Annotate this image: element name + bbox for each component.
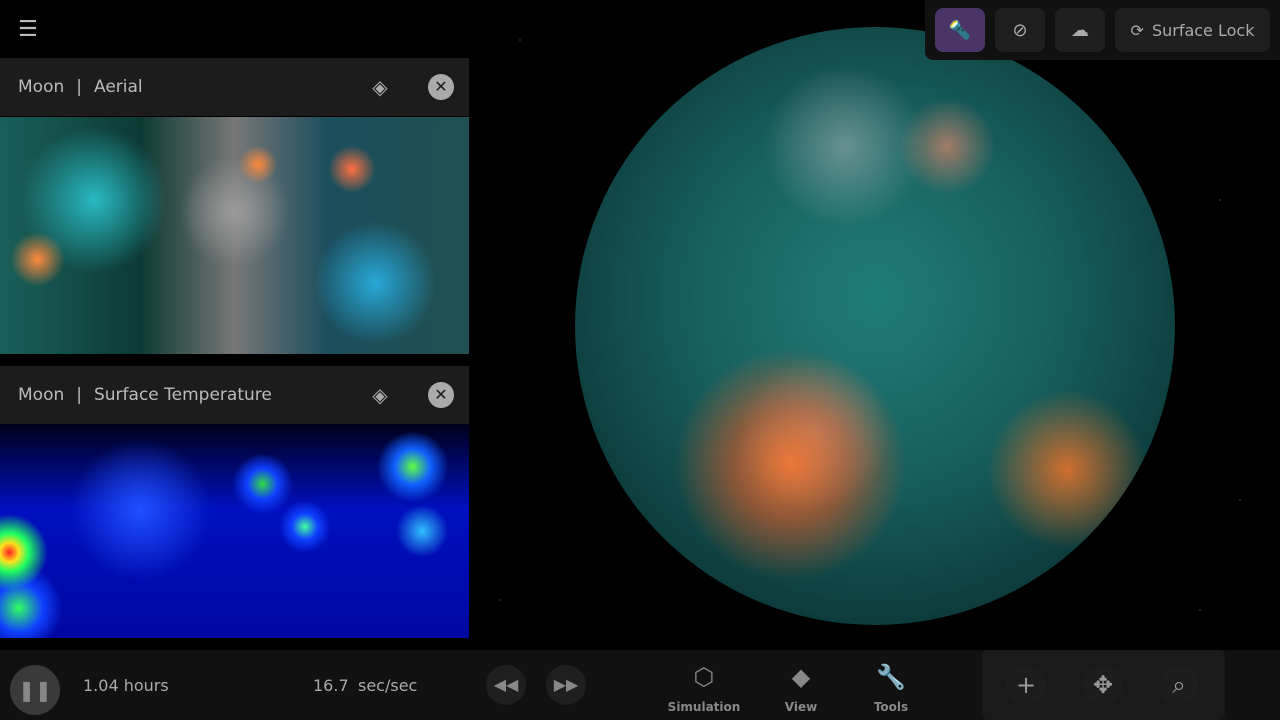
- hamburger-menu-icon[interactable]: ☰: [18, 19, 40, 41]
- bottom-bar: ❚❚ 1.04 hours 16.7 sec/sec ◀◀ ▶▶ ⬡ Simula…: [0, 650, 1280, 720]
- flashlight-icon: 🔦: [948, 19, 972, 41]
- separator: |: [76, 77, 82, 97]
- surface-lock-button[interactable]: ⟳ Surface Lock: [1115, 8, 1270, 52]
- nav-tools[interactable]: 🔧 Tools: [846, 662, 936, 714]
- surface-lock-label: Surface Lock: [1151, 20, 1255, 40]
- sun-off-icon: ⊘: [1012, 19, 1028, 41]
- panel-body-name: Moon: [18, 77, 65, 97]
- fast-forward-icon: ▶▶: [553, 675, 579, 694]
- wrench-icon: 🔧: [876, 663, 906, 691]
- cube-icon: ⬡: [693, 663, 715, 691]
- search-button[interactable]: ⌕: [1159, 665, 1199, 705]
- nav-view[interactable]: ◆ View: [756, 662, 846, 714]
- pause-button[interactable]: ❚❚: [10, 665, 60, 715]
- rewind-button[interactable]: ◀◀: [486, 665, 526, 705]
- cloud-off-icon: ☁: [1071, 19, 1089, 41]
- rewind-icon: ◀◀: [493, 675, 519, 694]
- camera-controls: + ✥ ⌕: [982, 650, 1225, 720]
- flashlight-button[interactable]: 🔦: [935, 8, 985, 52]
- plus-icon: +: [1015, 671, 1037, 699]
- add-button[interactable]: +: [1006, 665, 1046, 705]
- aerial-map: [0, 117, 469, 354]
- recenter-button[interactable]: ✥: [1083, 665, 1123, 705]
- recenter-icon: ✥: [1092, 671, 1114, 699]
- cloud-off-button[interactable]: ☁: [1055, 8, 1105, 52]
- close-icon[interactable]: ✕: [428, 74, 454, 100]
- surface-temperature-map: [0, 424, 469, 638]
- pause-icon: ❚❚: [18, 678, 52, 702]
- panel-body-name: Moon: [18, 385, 65, 405]
- top-toolbar: 🔦 ⊘ ☁ ⟳ Surface Lock: [925, 0, 1280, 60]
- panel-layer-name: Surface Temperature: [93, 385, 272, 405]
- sun-off-button[interactable]: ⊘: [995, 8, 1045, 52]
- surface-lock-icon: ⟳: [1130, 20, 1144, 40]
- close-icon[interactable]: ✕: [428, 382, 454, 408]
- nav-simulation[interactable]: ⬡ Simulation: [659, 662, 749, 714]
- nav-label: Simulation: [667, 700, 741, 714]
- separator: |: [76, 385, 82, 405]
- search-icon: ⌕: [1172, 671, 1186, 699]
- layers-icon[interactable]: ◈: [367, 382, 393, 408]
- nav-label: View: [784, 700, 818, 714]
- panel-layer-name: Aerial: [93, 77, 143, 97]
- moon-globe-view[interactable]: [575, 27, 1175, 625]
- rate-unit: sec/sec: [358, 676, 418, 695]
- panel-header-temperature: Moon | Surface Temperature ◈ ✕: [0, 366, 469, 424]
- elapsed-time: 1.04 hours: [83, 676, 169, 695]
- layers-icon[interactable]: ◈: [367, 74, 393, 100]
- nav-label: Tools: [873, 700, 909, 714]
- fast-forward-button[interactable]: ▶▶: [546, 665, 586, 705]
- panel-header-aerial: Moon | Aerial ◈ ✕: [0, 58, 469, 116]
- layers-icon: ◆: [791, 663, 811, 691]
- rate-value: 16.7: [313, 676, 349, 695]
